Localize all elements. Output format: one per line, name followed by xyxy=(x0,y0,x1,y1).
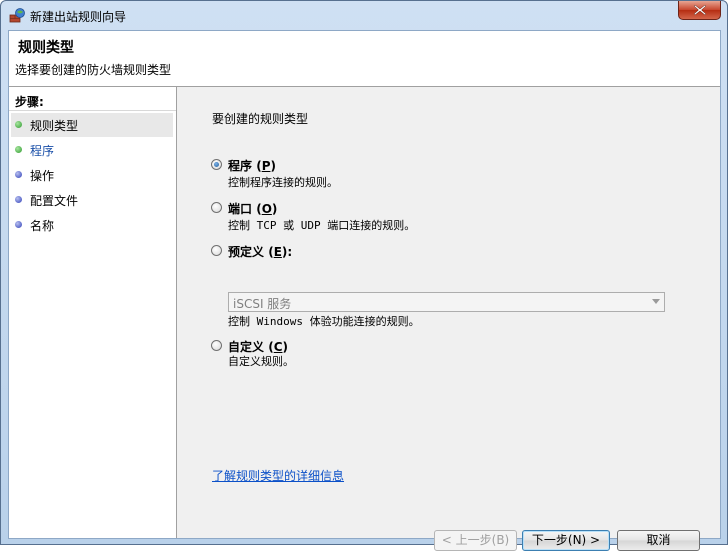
step-status-dot-icon xyxy=(15,146,22,153)
option-label-text: 自定义 xyxy=(228,340,265,354)
step-label: 程序 xyxy=(30,144,55,158)
chevron-down-icon xyxy=(652,299,660,304)
option-mnemonic: P xyxy=(261,159,271,173)
step-label: 配置文件 xyxy=(30,194,79,208)
window-title: 新建出站规则向导 xyxy=(30,10,127,24)
step-label: 规则类型 xyxy=(30,119,79,133)
step-status-dot-icon xyxy=(15,221,22,228)
back-button[interactable]: < 上一步(B) xyxy=(434,530,517,551)
title-bar[interactable]: 新建出站规则向导 xyxy=(1,1,727,29)
radio-port[interactable] xyxy=(211,202,222,213)
wizard-window: 新建出站规则向导 规则类型 选择要创建的防火墙规则类型 步骤: 规则类型 程序 xyxy=(0,0,728,551)
step-rule-type[interactable]: 规则类型 xyxy=(11,113,173,137)
step-status-dot-icon xyxy=(15,121,22,128)
step-status-dot-icon xyxy=(15,196,22,203)
steps-title: 步骤: xyxy=(15,95,44,109)
rule-type-question: 要创建的规则类型 xyxy=(212,112,309,126)
step-label: 名称 xyxy=(30,219,55,233)
rule-types-help-link[interactable]: 了解规则类型的详细信息 xyxy=(212,467,344,484)
firewall-wizard-icon xyxy=(9,8,25,23)
option-port-desc: 控制 TCP 或 UDP 端口连接的规则。 xyxy=(228,219,416,232)
option-label-text: 预定义 xyxy=(228,245,265,259)
option-program-label[interactable]: 程序 (P) xyxy=(228,157,276,174)
step-program[interactable]: 程序 xyxy=(11,138,173,162)
wizard-header: 规则类型 选择要创建的防火墙规则类型 xyxy=(9,31,720,87)
page-title: 规则类型 xyxy=(18,40,74,56)
option-mnemonic: O xyxy=(261,202,272,216)
option-suffix: : xyxy=(287,245,293,259)
predefined-select-value: iSCSI 服务 xyxy=(233,297,292,311)
option-program-desc: 控制程序连接的规则。 xyxy=(228,176,338,189)
next-button[interactable]: 下一步(N) > xyxy=(522,530,610,551)
close-button[interactable] xyxy=(678,1,721,20)
option-port-label[interactable]: 端口 (O) xyxy=(228,200,277,217)
page-subtitle: 选择要创建的防火墙规则类型 xyxy=(15,63,172,77)
step-status-dot-icon xyxy=(15,171,22,178)
step-profile[interactable]: 配置文件 xyxy=(11,188,173,212)
option-label-text: 端口 xyxy=(228,202,253,216)
option-predefined-desc: 控制 Windows 体验功能连接的规则。 xyxy=(228,315,420,328)
steps-sidebar: 步骤: 规则类型 程序 操作 配置文件 名称 xyxy=(9,87,177,538)
radio-custom[interactable] xyxy=(211,340,222,351)
predefined-rule-select[interactable]: iSCSI 服务 xyxy=(228,292,665,312)
option-mnemonic: E xyxy=(273,245,282,259)
step-label: 操作 xyxy=(30,169,55,183)
option-mnemonic: C xyxy=(273,340,283,354)
radio-program[interactable] xyxy=(211,159,222,170)
wizard-content: 要创建的规则类型 程序 (P) 控制程序连接的规则。 端口 (O) 控制 TCP… xyxy=(177,87,720,551)
step-name[interactable]: 名称 xyxy=(11,213,173,237)
close-icon xyxy=(694,5,706,15)
step-action[interactable]: 操作 xyxy=(11,163,173,187)
radio-predefined[interactable] xyxy=(211,245,222,256)
cancel-button[interactable]: 取消 xyxy=(617,530,700,551)
option-predefined-label[interactable]: 预定义 (E): xyxy=(228,243,292,260)
option-custom-desc: 自定义规则。 xyxy=(228,355,294,368)
option-label-text: 程序 xyxy=(228,159,253,173)
wizard-client-area: 规则类型 选择要创建的防火墙规则类型 步骤: 规则类型 程序 操作 配置文件 名… xyxy=(8,30,721,551)
steps-divider xyxy=(9,110,176,111)
